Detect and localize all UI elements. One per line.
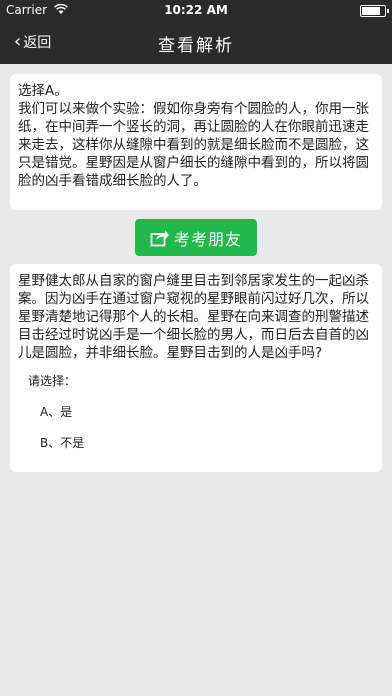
question-text: 星野健太郎从自家的窗户缝里目击到邻居家发生的一起凶杀案。因为凶手在通过窗户窥视的… bbox=[18, 273, 369, 361]
share-button-label: 考考朋友 bbox=[173, 229, 242, 249]
choose-prompt: 请选择： bbox=[28, 374, 77, 388]
battery-icon bbox=[360, 5, 389, 17]
question-card: 星野健太郎从自家的窗户缝里目击到邻居家发生的一起凶杀案。因为凶手在通过窗户窥视的… bbox=[10, 264, 382, 472]
answer-explanation: 我们可以来做个实验：假如你身旁有个圆脸的人，你用一张纸，在中间弄一个竖长的洞，再… bbox=[18, 101, 369, 189]
answer-choice: 选择A。 bbox=[18, 83, 68, 99]
share-button[interactable]: 考考朋友 bbox=[135, 219, 257, 256]
option-a[interactable]: A、是 bbox=[40, 403, 374, 420]
status-bar: Carrier 10:22 AM bbox=[0, 0, 392, 20]
page-title: 查看解析 bbox=[158, 36, 234, 56]
share-icon bbox=[150, 230, 169, 246]
clock: 10:22 AM bbox=[164, 3, 228, 17]
navigation-bar: ‹ 返回 查看解析 bbox=[0, 20, 392, 64]
answer-card: 选择A。 我们可以来做个实验：假如你身旁有个圆脸的人，你用一张纸，在中间弄一个竖… bbox=[10, 74, 382, 210]
option-b[interactable]: B、不是 bbox=[40, 434, 374, 451]
